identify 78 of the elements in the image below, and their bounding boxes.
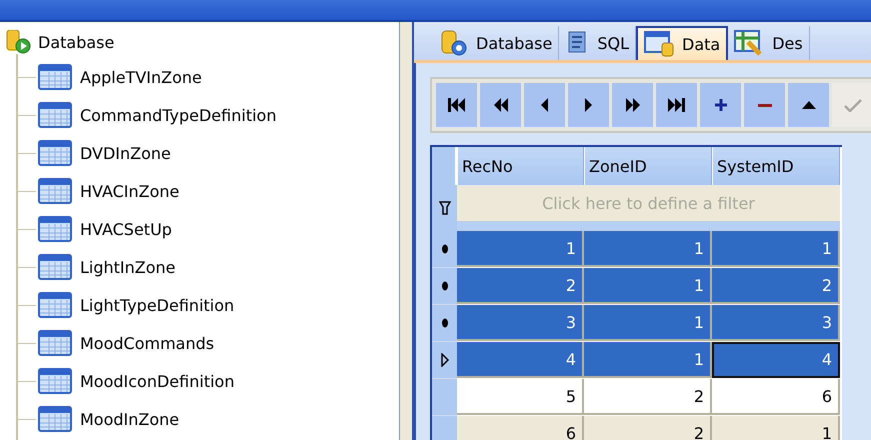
table-cell: 4 [457,342,584,378]
table-icon [38,292,72,318]
table-database-icon [644,31,674,57]
next-icon [585,98,592,112]
first-record-icon [448,98,465,112]
dot-indicator-icon [440,318,448,328]
next-page-button[interactable] [612,83,653,127]
prior-page-button[interactable] [480,83,521,127]
insert-button[interactable] [700,83,741,127]
tree-item[interactable]: MoodCommands [80,334,214,352]
fast-forward-icon [626,98,640,112]
up-triangle-icon [802,101,816,109]
table-cell: 1 [712,231,840,267]
tree-item[interactable]: Database [38,32,114,52]
row-indicator[interactable] [432,231,457,268]
rewind-icon [494,98,508,112]
database-gear-icon [440,30,468,56]
table-cell: 1 [712,416,840,440]
table-cell: 1 [584,231,712,267]
table-cell: 1 [457,231,584,267]
table-cell: 1 [584,268,712,304]
tab[interactable]: Des [728,26,810,60]
table-cell: 6 [712,379,840,415]
row-indicator[interactable] [432,305,457,342]
tree-item[interactable]: HVACInZone [80,182,180,200]
table-cell: 3 [712,305,840,341]
tree-item[interactable]: MoodInZone [80,410,180,428]
plus-icon [714,99,726,111]
column-header[interactable]: RecNo [457,147,584,185]
next-button[interactable] [568,83,609,127]
table-cell: 5 [457,379,584,415]
tree-item[interactable]: LightInZone [80,258,176,276]
tab[interactable]: SQL [559,26,636,60]
edit-button[interactable] [788,83,829,127]
table-cell: 3 [457,305,584,341]
table-cell: 1 [584,305,712,341]
tree-item[interactable]: AppleTVInZone [80,68,202,86]
column-header[interactable]: ZoneID [584,147,712,185]
table-icon [38,406,72,432]
table-cell: 2 [712,268,840,304]
table-icon [38,254,72,280]
tab[interactable]: Database [434,26,560,60]
table-icon [38,102,72,128]
tree-item[interactable]: DVDInZone [80,144,171,162]
dot-indicator-icon [440,281,448,291]
checkmark-icon [844,98,862,112]
table-cell: 6 [457,416,584,440]
table-icon [38,368,72,394]
table-cell: 2 [584,379,712,415]
prior-button[interactable] [524,83,565,127]
previous-icon [541,98,548,112]
minus-icon [758,104,772,106]
table-icon [38,178,72,204]
table-icon [38,64,72,90]
table-icon [38,140,72,166]
last-button[interactable] [656,83,697,127]
tree-item[interactable]: HVACSetUp [80,220,172,238]
row-indicator[interactable] [432,342,457,379]
table-icon [38,216,72,242]
delete-button[interactable] [744,83,785,127]
first-button[interactable] [436,83,477,127]
dot-indicator-icon [440,244,448,254]
tree-item[interactable]: MoodIconDefinition [80,372,234,390]
table-icon [38,330,72,356]
table-cell: 2 [584,416,712,440]
table-cell: 4 [712,342,840,378]
last-record-icon [668,98,685,112]
column-header[interactable]: SystemID [712,147,840,185]
filter-field[interactable]: Click here to define a filter [457,185,840,231]
filter-icon [438,201,450,215]
tree-item[interactable]: CommandTypeDefinition [80,106,276,124]
database-icon [6,30,32,54]
tab[interactable]: Data [636,26,728,60]
current-row-arrow-icon [440,353,450,367]
tree-item[interactable]: LightTypeDefinition [80,296,234,314]
row-indicator[interactable] [432,268,457,305]
table-cell: 1 [584,342,712,378]
table-cell: 2 [457,268,584,304]
